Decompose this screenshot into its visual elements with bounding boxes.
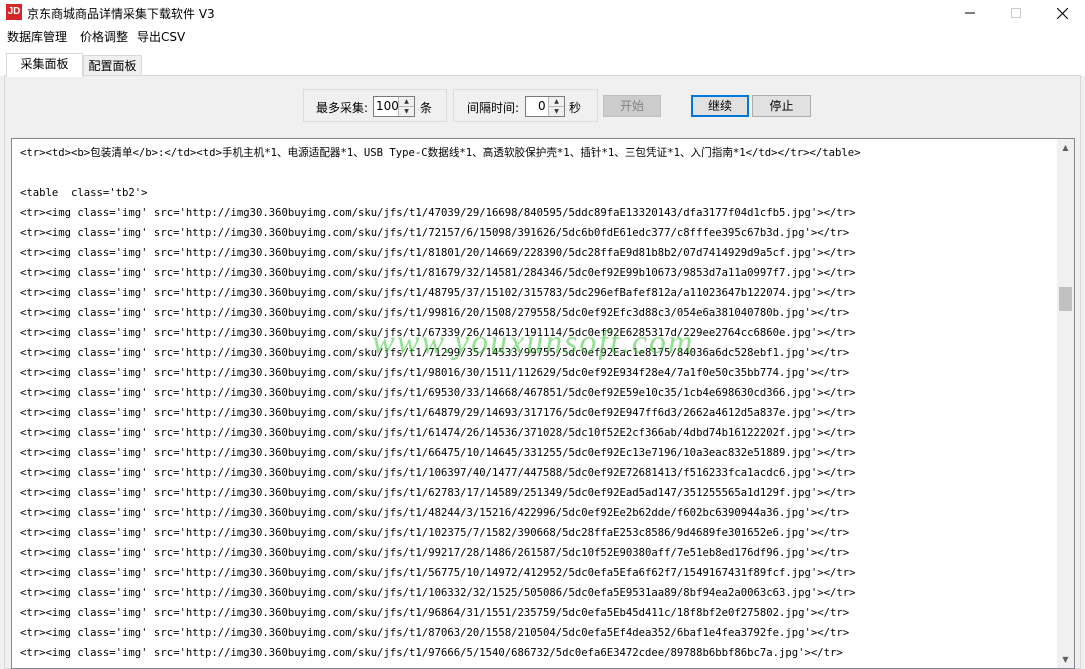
menu-bar: 数据库管理 价格调整 导出CSV xyxy=(0,26,1085,46)
result-line: <tr><img class='img' src='http://img30.3… xyxy=(20,447,856,459)
result-line: <tr><img class='img' src='http://img30.3… xyxy=(20,427,856,439)
max-collect-unit: 条 xyxy=(420,101,433,115)
stop-button[interactable]: 停止 xyxy=(752,95,811,117)
interval-label: 间隔时间: xyxy=(467,101,520,115)
result-line: <tr><img class='img' src='http://img30.3… xyxy=(20,387,856,399)
minimize-icon xyxy=(965,12,975,14)
maximize-button[interactable] xyxy=(993,0,1039,26)
continue-button[interactable]: 继续 xyxy=(691,95,749,117)
spin-down-icon[interactable]: ▼ xyxy=(549,107,564,116)
result-line: <tr><img class='img' src='http://img30.3… xyxy=(20,327,856,339)
interval-stepper[interactable]: 0 ▲ ▼ xyxy=(525,96,565,117)
result-line: <tr><img class='img' src='http://img30.3… xyxy=(20,587,856,599)
result-line: <tr><img class='img' src='http://img30.3… xyxy=(20,227,850,239)
minimize-button[interactable] xyxy=(947,0,993,26)
result-line: <tr><img class='img' src='http://img30.3… xyxy=(20,487,856,499)
vertical-scrollbar[interactable]: ▲ ▼ xyxy=(1057,139,1074,668)
result-lines: <tr><td><b>包装清单</b>:</td><td>手机主机*1、电源适配… xyxy=(20,143,1050,663)
result-line: <tr><img class='img' src='http://img30.3… xyxy=(20,527,850,539)
interval-unit: 秒 xyxy=(569,101,582,115)
result-line: <tr><img class='img' src='http://img30.3… xyxy=(20,267,856,279)
result-line: <tr><img class='img' src='http://img30.3… xyxy=(20,347,850,359)
result-textarea[interactable]: <tr><td><b>包装清单</b>:</td><td>手机主机*1、电源适配… xyxy=(11,138,1075,669)
result-line: <tr><img class='img' src='http://img30.3… xyxy=(20,647,843,659)
collect-panel: 最多采集: 100 ▲ ▼ 条 间隔时间: 0 ▲ ▼ 秒 开始 继续 停止 <… xyxy=(4,75,1081,669)
menu-price-adjust[interactable]: 价格调整 xyxy=(80,28,128,45)
max-collect-group: 最多采集: 100 ▲ ▼ 条 xyxy=(303,89,447,122)
result-line: <tr><img class='img' src='http://img30.3… xyxy=(20,367,850,379)
result-line: <tr><img class='img' src='http://img30.3… xyxy=(20,547,850,559)
result-line: <tr><img class='img' src='http://img30.3… xyxy=(20,407,856,419)
window-title: 京东商城商品详情采集下载软件 V3 xyxy=(27,7,215,21)
result-line: <tr><img class='img' src='http://img30.3… xyxy=(20,207,856,219)
scroll-down-icon[interactable]: ▼ xyxy=(1057,651,1074,668)
result-line: <tr><img class='img' src='http://img30.3… xyxy=(20,287,856,299)
max-collect-stepper[interactable]: 100 ▲ ▼ xyxy=(373,96,415,117)
close-icon xyxy=(1056,7,1068,19)
tab-collect-panel[interactable]: 采集面板 xyxy=(6,53,83,77)
result-line: <tr><img class='img' src='http://img30.3… xyxy=(20,567,856,579)
close-button[interactable] xyxy=(1039,0,1085,26)
spin-down-icon[interactable]: ▼ xyxy=(399,107,414,116)
result-line: <tr><td><b>包装清单</b>:</td><td>手机主机*1、电源适配… xyxy=(20,147,861,159)
scrollbar-thumb[interactable] xyxy=(1059,287,1072,311)
spin-up-icon[interactable]: ▲ xyxy=(399,97,414,107)
max-collect-value: 100 xyxy=(376,99,399,113)
title-bar: JD 京东商城商品详情采集下载软件 V3 xyxy=(0,0,1085,26)
result-line: <tr><img class='img' src='http://img30.3… xyxy=(20,507,850,519)
menu-export-csv[interactable]: 导出CSV xyxy=(137,28,185,45)
result-line: <table class='tb2'> xyxy=(20,187,148,199)
spin-up-icon[interactable]: ▲ xyxy=(549,97,564,107)
tab-config-panel[interactable]: 配置面板 xyxy=(83,55,142,76)
result-line: <tr><img class='img' src='http://img30.3… xyxy=(20,307,850,319)
interval-value: 0 xyxy=(538,99,546,113)
scroll-up-icon[interactable]: ▲ xyxy=(1057,139,1074,156)
result-line: <tr><img class='img' src='http://img30.3… xyxy=(20,247,856,259)
start-button[interactable]: 开始 xyxy=(603,95,661,117)
result-line: <tr><img class='img' src='http://img30.3… xyxy=(20,607,850,619)
tab-strip: 采集面板 配置面板 xyxy=(0,46,1085,77)
interval-group: 间隔时间: 0 ▲ ▼ 秒 xyxy=(453,89,598,122)
result-line: <tr><img class='img' src='http://img30.3… xyxy=(20,467,856,479)
maximize-icon xyxy=(1011,8,1021,18)
jd-app-icon: JD xyxy=(6,4,22,20)
result-line: <tr><img class='img' src='http://img30.3… xyxy=(20,627,850,639)
max-collect-label: 最多采集: xyxy=(316,101,369,115)
menu-database[interactable]: 数据库管理 xyxy=(7,28,67,45)
result-line xyxy=(20,163,1050,183)
